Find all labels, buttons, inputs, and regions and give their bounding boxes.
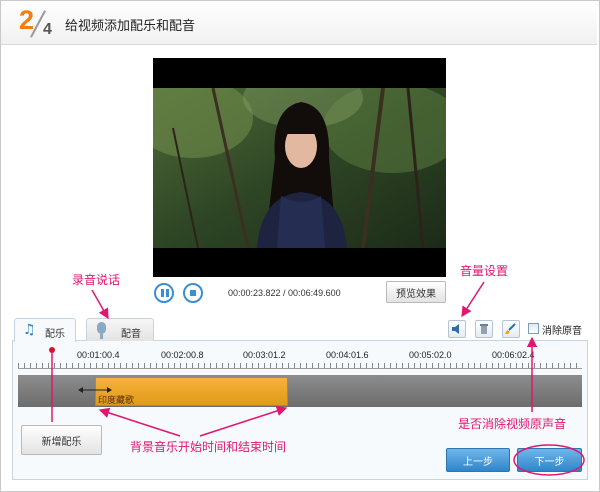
playback-time: 00:00:23.822 / 00:06:49.600 <box>228 288 341 298</box>
step-header: 2 4 给视频添加配乐和配音 <box>1 1 597 45</box>
tick-label: 00:03:01.2 <box>243 350 286 360</box>
video-frame-image <box>153 88 446 248</box>
playhead-marker[interactable] <box>49 347 55 353</box>
volume-button[interactable] <box>448 320 466 338</box>
next-step-button[interactable]: 下一步 <box>517 448 582 472</box>
preview-button[interactable]: 预览效果 <box>386 281 446 303</box>
music-clip[interactable]: 印度藏歌 <box>95 377 288 406</box>
ruler-baseline <box>18 368 582 369</box>
annotation-mute-original: 是否消除视频原声音 <box>458 417 567 431</box>
tick-label: 00:04:01.6 <box>326 350 369 360</box>
step-indicator: 2 4 <box>13 5 57 43</box>
mute-original-label: 消除原音 <box>542 326 582 337</box>
tab-music[interactable]: ♫ 配乐 <box>14 318 76 342</box>
annotation-bg-music-time: 背景音乐开始时间和结束时间 <box>130 440 287 454</box>
annotation-volume: 音量设置 <box>460 264 509 278</box>
page-title: 给视频添加配乐和配音 <box>65 19 196 34</box>
add-music-button[interactable]: 新增配乐 <box>21 425 102 455</box>
prev-step-button[interactable]: 上一步 <box>446 448 510 472</box>
drag-handle-icon[interactable] <box>78 386 112 394</box>
music-clip-label: 印度藏歌 <box>98 396 135 406</box>
tick-label: 00:01:00.4 <box>77 350 120 360</box>
pause-button[interactable] <box>154 283 174 303</box>
timeline-ruler[interactable]: 00:01:00.4 00:02:00.8 00:03:01.2 00:04:0… <box>18 348 582 372</box>
delete-button[interactable] <box>475 320 493 338</box>
speaker-icon <box>452 324 459 334</box>
trash-icon <box>480 324 488 334</box>
tick-label: 00:05:02.0 <box>409 350 452 360</box>
video-preview[interactable] <box>153 58 446 277</box>
microphone-icon <box>97 322 106 339</box>
tab-dubbing[interactable]: 配音 <box>86 318 154 341</box>
brush-icon <box>505 323 516 334</box>
tick-label: 00:02:00.8 <box>161 350 204 360</box>
mute-original-checkbox[interactable] <box>528 323 539 334</box>
tab-dubbing-label: 配音 <box>121 329 141 340</box>
tab-music-label: 配乐 <box>45 329 65 340</box>
stop-button[interactable] <box>183 283 203 303</box>
music-note-icon: ♫ <box>23 322 36 338</box>
annotation-record: 录音说话 <box>72 273 121 287</box>
step-total: 4 <box>43 21 52 38</box>
tick-label: 00:06:02.4 <box>492 350 535 360</box>
clear-button[interactable] <box>502 320 520 338</box>
